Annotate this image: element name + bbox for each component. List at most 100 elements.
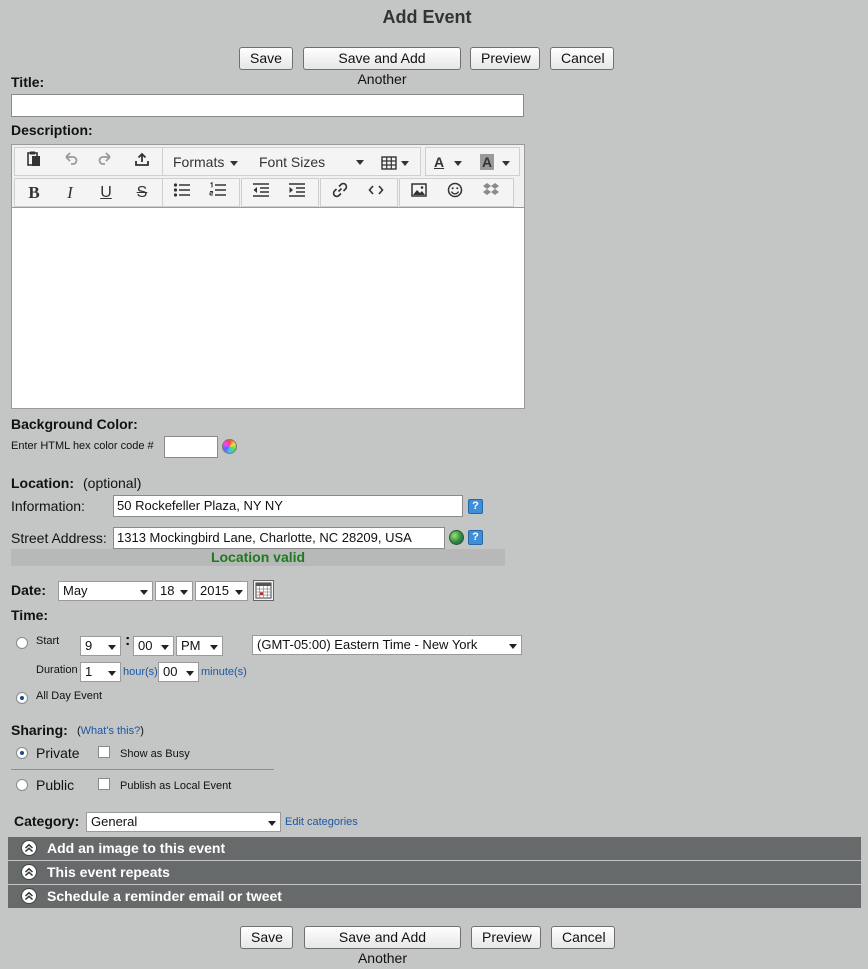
day-select[interactable]: 18 (155, 581, 193, 601)
timezone-select[interactable]: (GMT-05:00) Eastern Time - New York (252, 635, 522, 655)
outdent-icon[interactable] (246, 182, 276, 204)
chevron-down-icon (454, 160, 463, 166)
show-as-busy-checkbox[interactable] (98, 746, 110, 758)
location-information-input[interactable]: 50 Rockefeller Plaza, NY NY (113, 495, 463, 517)
rich-text-editor: Formats Font Sizes A A B I U S (11, 144, 525, 409)
category-label: Category: (14, 813, 80, 829)
link-icon[interactable] (325, 182, 355, 204)
bullet-list-icon[interactable] (167, 182, 197, 204)
cancel-button[interactable]: Cancel (550, 47, 614, 70)
chevron-down-icon (502, 160, 511, 166)
month-select[interactable]: May (58, 581, 153, 601)
hex-color-hint: Enter HTML hex color code # (11, 440, 154, 452)
strikethrough-icon[interactable]: S (127, 182, 157, 204)
preview-button[interactable]: Preview (471, 926, 541, 949)
time-separator: : (125, 632, 131, 649)
ampm-value: PM (181, 638, 201, 653)
location-label: Location: (11, 475, 74, 491)
save-and-add-another-button[interactable]: Save and Add Another (304, 926, 461, 966)
time-label: Time: (11, 607, 49, 623)
image-icon[interactable] (404, 182, 434, 204)
duration-hours-select[interactable]: 1 (80, 662, 121, 682)
toolbar-group-clipboard (14, 147, 170, 176)
upload-icon[interactable] (127, 151, 157, 173)
calendar-icon[interactable] (253, 580, 274, 601)
preview-button[interactable]: Preview (470, 47, 540, 70)
redo-icon[interactable] (91, 151, 121, 173)
toolbar-group-insert (320, 178, 398, 207)
bold-icon[interactable]: B (19, 182, 49, 204)
paren-close: ) (140, 725, 144, 737)
numbered-list-icon[interactable] (203, 181, 233, 204)
description-edit-area[interactable] (12, 209, 524, 408)
underline-icon[interactable]: U (91, 182, 121, 204)
all-day-radio[interactable] (16, 692, 28, 704)
double-chevron-up-icon (21, 840, 37, 856)
street-address-input[interactable]: 1313 Mockingbird Lane, Charlotte, NC 282… (113, 527, 445, 549)
hex-color-input[interactable] (164, 436, 218, 458)
text-color-dropdown[interactable]: A (434, 151, 463, 173)
private-radio[interactable] (16, 747, 28, 759)
indent-icon[interactable] (282, 182, 312, 204)
dropbox-icon[interactable] (476, 182, 506, 204)
sharing-label: Sharing: (11, 722, 68, 738)
save-button[interactable]: Save (240, 926, 293, 949)
title-input[interactable] (11, 94, 524, 117)
year-value: 2015 (200, 583, 229, 598)
cancel-button[interactable]: Cancel (551, 926, 615, 949)
background-color-label: Background Color: (11, 416, 138, 432)
category-select[interactable]: General (86, 812, 281, 832)
section-label: Add an image to this event (47, 840, 226, 856)
section-schedule-reminder[interactable]: Schedule a reminder email or tweet (8, 885, 861, 908)
section-event-repeats[interactable]: This event repeats (8, 861, 861, 884)
paste-icon[interactable] (19, 151, 49, 173)
emoticon-icon[interactable] (440, 182, 470, 204)
help-icon[interactable]: ? (468, 530, 483, 545)
table-dropdown[interactable] (381, 151, 409, 173)
double-chevron-up-icon (21, 888, 37, 904)
ampm-select[interactable]: PM (176, 636, 223, 656)
duration-minutes-select[interactable]: 00 (158, 662, 199, 682)
minute-select[interactable]: 00 (133, 636, 174, 656)
hours-unit: hour(s) (123, 666, 158, 678)
year-select[interactable]: 2015 (195, 581, 248, 601)
italic-icon[interactable]: I (55, 182, 85, 204)
undo-icon[interactable] (55, 151, 85, 173)
start-label: Start (36, 635, 60, 647)
background-color-icon: A (480, 154, 495, 170)
chevron-down-icon (108, 671, 116, 676)
chevron-down-icon (235, 590, 243, 595)
toolbar-group-text-style: B I U S (14, 178, 170, 207)
double-chevron-up-icon (21, 864, 37, 880)
description-label: Description: (11, 122, 93, 138)
chevron-down-icon (186, 671, 194, 676)
duration-hours-value: 1 (85, 664, 93, 679)
start-time-radio[interactable] (16, 637, 28, 649)
save-button[interactable]: Save (239, 47, 293, 70)
code-icon[interactable] (361, 182, 391, 204)
hour-value: 9 (85, 638, 93, 653)
save-and-add-another-button[interactable]: Save and Add Another (303, 47, 461, 87)
color-picker-icon[interactable] (222, 439, 237, 454)
hour-select[interactable]: 9 (80, 636, 121, 656)
background-color-dropdown[interactable]: A (480, 151, 511, 173)
public-radio[interactable] (16, 779, 28, 791)
globe-icon[interactable] (449, 530, 464, 545)
formats-dropdown[interactable]: Formats (173, 151, 239, 173)
font-sizes-dropdown[interactable]: Font Sizes (259, 151, 364, 173)
toolbar-group-colors: A A (425, 147, 520, 176)
street-address-label: Street Address: (11, 530, 107, 546)
publish-local-label: Publish as Local Event (120, 780, 232, 792)
chevron-down-icon (230, 160, 239, 166)
duration-minutes-value: 00 (163, 664, 178, 679)
duration-label: Duration (36, 664, 78, 676)
edit-categories-link[interactable]: Edit categories (285, 816, 358, 828)
toolbar-group-media (399, 178, 514, 207)
publish-local-checkbox[interactable] (98, 778, 110, 790)
section-add-image[interactable]: Add an image to this event (8, 837, 861, 860)
help-icon[interactable]: ? (468, 499, 483, 514)
month-value: May (63, 583, 88, 598)
chevron-down-icon (180, 590, 188, 595)
font-sizes-label: Font Sizes (259, 154, 326, 170)
whats-this-link[interactable]: What's this? (81, 725, 141, 737)
